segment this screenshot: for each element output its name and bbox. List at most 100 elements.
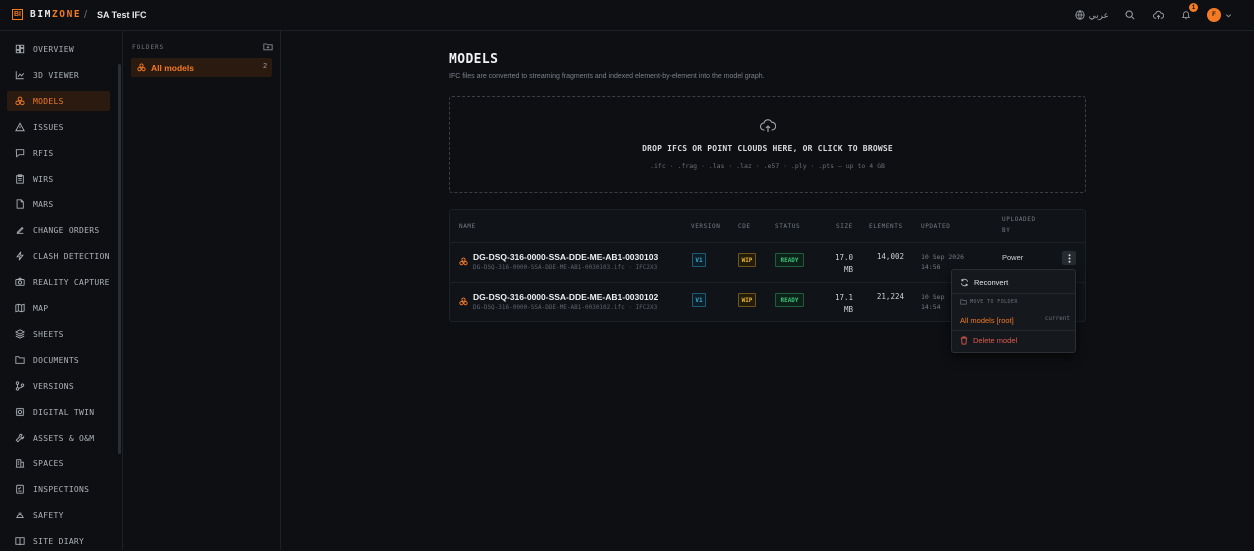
cloud-upload-icon xyxy=(760,119,776,132)
sidebar-item-safety[interactable]: SAFETY xyxy=(7,505,110,525)
kebab-icon xyxy=(1068,253,1070,263)
sidebar-item-label: SITE DIARY xyxy=(33,536,85,546)
model-name[interactable]: DG-DSQ-316-0000-SSA-DDE-ME-AB1-0030103 xyxy=(473,252,658,262)
globe-icon xyxy=(1075,10,1085,20)
size-unit: MB xyxy=(843,305,853,314)
map-icon xyxy=(15,303,25,313)
header-cde[interactable]: CDE xyxy=(738,223,751,230)
folder-icon xyxy=(960,299,967,305)
folder-item-all-models[interactable]: All models 2 xyxy=(131,58,272,77)
sidebar-item-mars[interactable]: MARS xyxy=(7,194,110,214)
folder-option-label: All models [root] xyxy=(960,316,1014,325)
bolt-icon xyxy=(16,251,24,261)
sidebar-item-wirs[interactable]: WIRS xyxy=(7,169,110,189)
header-name[interactable]: NAME xyxy=(459,223,476,230)
row-context-menu: Reconvert MOVE TO FOLDER All models [roo… xyxy=(951,269,1076,353)
delete-model-menu-item[interactable]: Delete model xyxy=(960,336,1017,345)
notifications-button[interactable]: 1 xyxy=(1179,3,1198,22)
sidebar-item-assets-o-m[interactable]: ASSETS & O&M xyxy=(7,428,110,448)
notification-badge: 1 xyxy=(1189,3,1198,12)
sidebar-scrollbar[interactable] xyxy=(118,64,121,454)
sidebar-item-inspections[interactable]: INSPECTIONS xyxy=(7,479,110,499)
status-badge: READY xyxy=(775,293,804,307)
folder-plus-icon xyxy=(263,43,273,51)
row-actions-button[interactable] xyxy=(1062,251,1076,265)
model-file: DG-DSQ-316-0000-SSA-DDE-ME-AB1-0030103.i… xyxy=(473,264,658,271)
page-title: MODELS xyxy=(449,52,499,67)
sidebar-item-documents[interactable]: DOCUMENTS xyxy=(7,350,110,370)
sidebar-item-label: REALITY CAPTURE xyxy=(33,277,110,287)
sidebar-item-label: SPACES xyxy=(33,458,64,468)
sidebar-item-site-diary[interactable]: SITE DIARY xyxy=(7,531,110,551)
folder-current-label: current xyxy=(1044,315,1070,322)
project-name[interactable]: SA Test IFC xyxy=(97,10,147,20)
wrench-icon xyxy=(15,433,25,443)
book-icon xyxy=(15,537,25,546)
status-badge: READY xyxy=(775,253,804,267)
sidebar-item-map[interactable]: MAP xyxy=(7,298,110,318)
sidebar-item-label: OVERVIEW xyxy=(33,44,74,54)
sidebar-item-reality-capture[interactable]: REALITY CAPTURE xyxy=(7,272,110,292)
sidebar-item-3d-viewer[interactable]: 3D VIEWER xyxy=(7,65,110,85)
app-logo[interactable]: BI BIMZONE xyxy=(12,9,81,20)
folder-option-all-models[interactable]: All models [root] current xyxy=(960,315,1070,325)
version-badge: V1 xyxy=(692,293,706,307)
sidebar-item-versions[interactable]: VERSIONS xyxy=(7,376,110,396)
delete-label: Delete model xyxy=(973,336,1018,345)
sidebar-item-label: SAFETY xyxy=(33,510,64,520)
sidebar-item-overview[interactable]: OVERVIEW xyxy=(7,39,110,59)
sidebar-item-digital-twin[interactable]: DIGITAL TWIN xyxy=(7,402,110,422)
search-button[interactable] xyxy=(1123,8,1137,22)
sidebar-item-clash-detection[interactable]: CLASH DETECTION xyxy=(7,246,110,266)
sidebar-item-label: ASSETS & O&M xyxy=(33,433,95,443)
model-icon xyxy=(459,297,468,306)
header-uploaded-by-line2[interactable]: BY xyxy=(1002,227,1010,234)
sidebar-item-label: DIGITAL TWIN xyxy=(33,407,95,417)
menu-divider xyxy=(952,330,1075,331)
cloud-upload-icon xyxy=(1152,10,1164,19)
header-size[interactable]: SIZE xyxy=(836,223,853,230)
header-uploaded-by-line1[interactable]: UPLOADED xyxy=(1002,216,1036,223)
elements-cell: 21,224 xyxy=(876,292,904,301)
folder-count: 2 xyxy=(263,63,267,70)
header-elements[interactable]: ELEMENTS xyxy=(869,223,903,230)
language-label: عربي xyxy=(1088,9,1109,20)
search-icon xyxy=(1125,10,1135,20)
logo-prefix: BIM xyxy=(30,9,52,20)
chart-icon xyxy=(15,71,25,80)
folders-panel: FOLDERS All models 2 xyxy=(123,31,281,550)
sidebar-item-models[interactable]: MODELS xyxy=(7,91,110,111)
reconvert-menu-item[interactable]: Reconvert xyxy=(960,278,1008,287)
logo-mark: BI xyxy=(12,9,23,20)
sidebar-item-label: MODELS xyxy=(33,96,64,106)
new-folder-button[interactable] xyxy=(263,42,273,54)
size-value: 17.1 xyxy=(834,293,853,302)
sidebar-item-change-orders[interactable]: CHANGE ORDERS xyxy=(7,220,110,240)
top-actions: عربي 1 F xyxy=(1075,3,1232,22)
size-value: 17.0 xyxy=(834,253,853,262)
sidebar-item-label: VERSIONS xyxy=(33,381,74,391)
clipboard-icon xyxy=(16,174,24,184)
sidebar-item-issues[interactable]: ISSUES xyxy=(7,117,110,137)
upload-button[interactable] xyxy=(1151,8,1165,22)
language-switch[interactable]: عربي xyxy=(1075,10,1109,21)
header-version[interactable]: VERSION xyxy=(691,223,721,230)
sidebar-item-sheets[interactable]: SHEETS xyxy=(7,324,110,344)
sidebar-item-rfis[interactable]: RFIS xyxy=(7,143,110,163)
header-status[interactable]: STATUS xyxy=(775,223,800,230)
dropzone-title: DROP IFCS OR POINT CLOUDS HERE, OR CLICK… xyxy=(642,144,893,153)
cde-badge: WIP xyxy=(738,293,756,307)
trash-icon xyxy=(960,336,968,345)
dashboard-icon xyxy=(15,44,25,54)
header-updated[interactable]: UPDATED xyxy=(921,223,951,230)
user-menu[interactable]: F xyxy=(1207,8,1232,22)
top-bar: BI BIMZONE / SA Test IFC عربي 1 F xyxy=(0,0,1254,31)
checklist-icon xyxy=(16,484,24,494)
building-icon xyxy=(15,459,25,468)
model-name[interactable]: DG-DSQ-316-0000-SSA-DDE-ME-AB1-0030102 xyxy=(473,292,658,302)
avatar: F xyxy=(1207,8,1221,22)
page-subtitle: IFC files are converted to streaming fra… xyxy=(449,73,765,80)
upload-dropzone[interactable]: DROP IFCS OR POINT CLOUDS HERE, OR CLICK… xyxy=(449,96,1086,193)
sidebar-item-spaces[interactable]: SPACES xyxy=(7,453,110,473)
models-icon xyxy=(15,96,25,106)
